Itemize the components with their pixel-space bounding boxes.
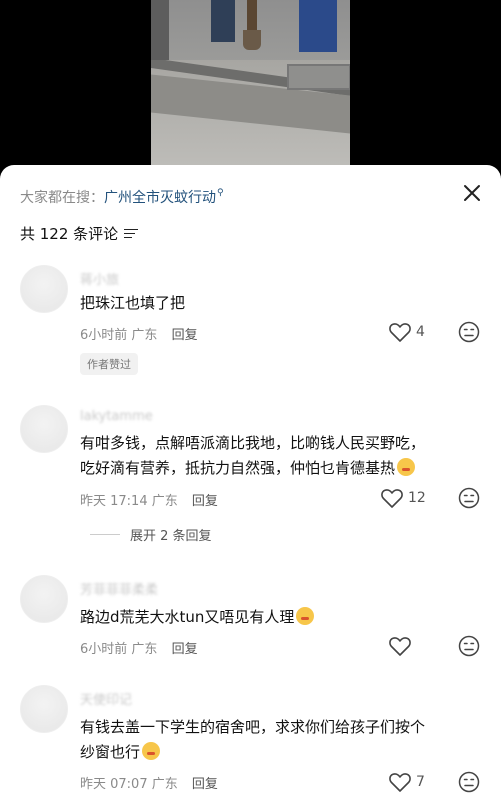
comment-text-line: 吃好滴有营养，抵抗力自然强，仲怕乜肯德基热 <box>80 456 480 481</box>
video-wall <box>151 0 169 60</box>
comment-text[interactable]: 路边d荒芜大水tun又唔见有人理 <box>80 605 480 630</box>
dislike-face-icon[interactable] <box>458 321 480 347</box>
comment-text-line: 有咁多钱，点解唔派滴比我地，比啲钱人民买野吃， <box>80 434 426 452</box>
dislike-face-icon[interactable] <box>458 487 480 513</box>
like-button[interactable]: 12 <box>380 487 426 509</box>
comment-meta: 6小时前 广东 回复 <box>80 638 198 657</box>
heart-icon <box>388 635 412 657</box>
comment-time: 昨天 17:14 <box>80 494 148 509</box>
comments-sheet: 大家都在搜： 广州全市灭蚊行动 ⚲ 共 122 条评论 蒋小旅 把珠江也填了把 … <box>0 165 501 800</box>
search-icon: ⚲ <box>217 188 224 198</box>
emoji-icon <box>142 742 161 760</box>
comment-location: 广东 <box>151 494 178 509</box>
reply-button[interactable]: 回复 <box>172 642 198 657</box>
comment-text[interactable]: 把珠江也填了把 <box>80 291 480 316</box>
divider <box>90 534 120 535</box>
comment-location: 广东 <box>151 777 178 792</box>
comment-username[interactable]: 芳菲菲菲柔柔 <box>80 579 158 598</box>
avatar[interactable] <box>20 265 68 313</box>
video-worker-leg-2 <box>299 0 337 52</box>
like-count: 12 <box>408 490 426 506</box>
author-liked-badge: 作者赞过 <box>80 353 138 375</box>
avatar[interactable] <box>20 405 68 453</box>
video-tray <box>287 64 350 90</box>
expand-replies-label: 展开 2 条回复 <box>130 529 212 544</box>
comment-meta: 昨天 07:07 广东 回复 <box>80 773 218 792</box>
like-count: 4 <box>416 324 425 340</box>
comment-meta: 昨天 17:14 广东 回复 <box>80 490 218 509</box>
reply-button[interactable]: 回复 <box>192 494 218 509</box>
comment-text-line: 纱窗也行 <box>80 740 480 765</box>
dislike-face-icon[interactable] <box>458 771 480 797</box>
video-player[interactable] <box>0 0 501 170</box>
comment-text[interactable]: 有咁多钱，点解唔派滴比我地，比啲钱人民买野吃， 吃好滴有营养，抵抗力自然强，仲怕… <box>80 431 480 481</box>
comment-username[interactable]: 天使印记 <box>80 689 132 708</box>
video-shovel-blade <box>243 30 261 50</box>
like-button[interactable]: 4 <box>388 321 425 343</box>
comments-count[interactable]: 共 122 条评论 <box>20 223 139 244</box>
avatar[interactable] <box>20 575 68 623</box>
comment-location: 广东 <box>131 642 158 657</box>
comment-time: 6小时前 <box>80 328 128 343</box>
comment-username[interactable]: lakytamme <box>80 409 153 424</box>
sort-icon[interactable] <box>124 228 139 240</box>
reply-button[interactable]: 回复 <box>172 328 198 343</box>
comments-count-label: 共 122 条评论 <box>20 225 119 243</box>
emoji-icon <box>296 607 315 625</box>
expand-replies-button[interactable]: 展开 2 条回复 <box>90 525 212 544</box>
comment-username[interactable]: 蒋小旅 <box>80 269 119 288</box>
search-keyword[interactable]: 广州全市灭蚊行动 <box>104 187 216 207</box>
heart-icon <box>380 487 404 509</box>
heart-icon <box>388 321 412 343</box>
comment-text-line: 有钱去盖一下学生的宿舍吧，求求你们给孩子们按个 <box>80 718 426 736</box>
search-prefix: 大家都在搜： <box>20 190 104 206</box>
video-worker-leg <box>211 0 235 42</box>
dislike-face-icon[interactable] <box>458 635 480 661</box>
like-button[interactable] <box>388 635 416 657</box>
like-count: 7 <box>416 774 425 790</box>
emoji-icon <box>397 458 416 476</box>
comment-meta: 6小时前 广东 回复 <box>80 324 198 343</box>
comment-text[interactable]: 有钱去盖一下学生的宿舍吧，求求你们给孩子们按个 纱窗也行 <box>80 715 480 765</box>
heart-icon <box>388 771 412 793</box>
comment-location: 广东 <box>131 328 158 343</box>
video-frame <box>151 0 350 165</box>
comment-time: 昨天 07:07 <box>80 777 148 792</box>
reply-button[interactable]: 回复 <box>192 777 218 792</box>
comment-time: 6小时前 <box>80 642 128 657</box>
search-suggestion[interactable]: 大家都在搜： 广州全市灭蚊行动 ⚲ <box>20 187 224 207</box>
close-icon[interactable] <box>460 181 484 205</box>
like-button[interactable]: 7 <box>388 771 425 793</box>
avatar[interactable] <box>20 685 68 733</box>
